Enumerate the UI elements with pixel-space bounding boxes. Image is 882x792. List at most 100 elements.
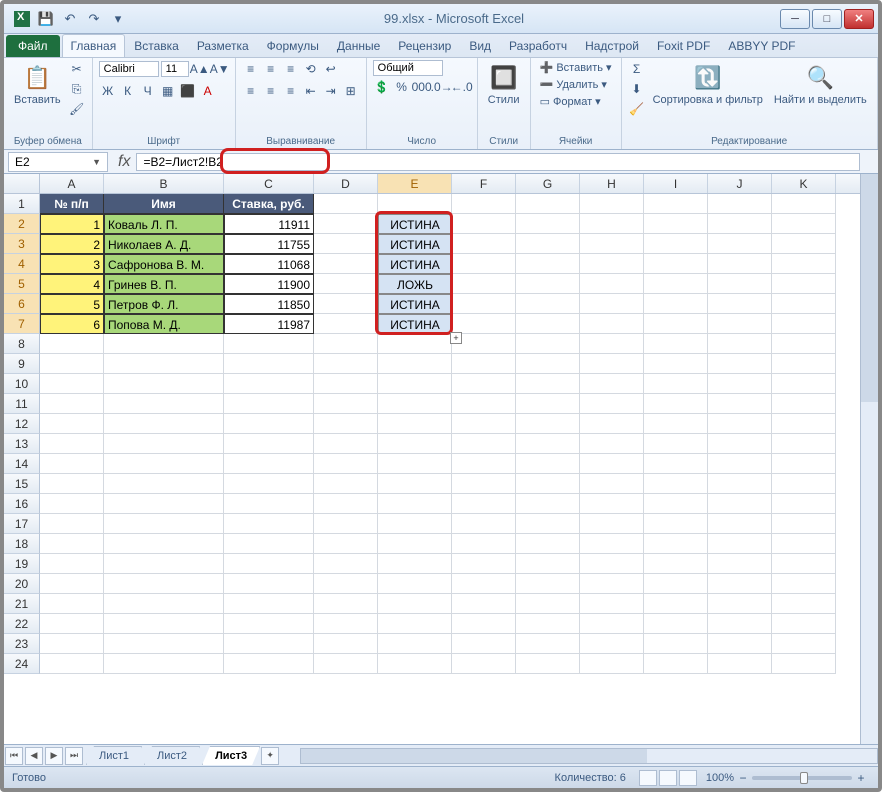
cell-K24[interactable] — [772, 654, 836, 674]
cell-F4[interactable] — [452, 254, 516, 274]
cell-A9[interactable] — [40, 354, 104, 374]
comma-button[interactable]: 000 — [413, 78, 431, 96]
cell-B14[interactable] — [104, 454, 224, 474]
cell-F2[interactable] — [452, 214, 516, 234]
cell-E1[interactable] — [378, 194, 452, 214]
cell-F15[interactable] — [452, 474, 516, 494]
cell-D15[interactable] — [314, 474, 378, 494]
cell-K10[interactable] — [772, 374, 836, 394]
col-header-H[interactable]: H — [580, 174, 644, 193]
cell-A4[interactable]: 3 — [40, 254, 104, 274]
file-tab[interactable]: Файл — [6, 35, 60, 57]
cell-E19[interactable] — [378, 554, 452, 574]
cell-I17[interactable] — [644, 514, 708, 534]
cell-G20[interactable] — [516, 574, 580, 594]
cell-E20[interactable] — [378, 574, 452, 594]
sheet-tab-1[interactable]: Лист1 — [86, 746, 142, 765]
cell-B7[interactable]: Попова М. Д. — [104, 314, 224, 334]
cell-G19[interactable] — [516, 554, 580, 574]
cell-E7[interactable]: ИСТИНА — [378, 314, 452, 334]
row-header-8[interactable]: 8 — [4, 334, 40, 354]
cell-A12[interactable] — [40, 414, 104, 434]
cell-B16[interactable] — [104, 494, 224, 514]
cell-E18[interactable] — [378, 534, 452, 554]
cell-A3[interactable]: 2 — [40, 234, 104, 254]
cell-F20[interactable] — [452, 574, 516, 594]
cell-B9[interactable] — [104, 354, 224, 374]
cell-F13[interactable] — [452, 434, 516, 454]
cell-F10[interactable] — [452, 374, 516, 394]
col-header-A[interactable]: A — [40, 174, 104, 193]
cell-E24[interactable] — [378, 654, 452, 674]
cell-D9[interactable] — [314, 354, 378, 374]
cell-B10[interactable] — [104, 374, 224, 394]
hscroll-thumb[interactable] — [301, 749, 646, 763]
cell-F6[interactable] — [452, 294, 516, 314]
zoom-in-button[interactable]: + — [852, 769, 870, 787]
cell-K19[interactable] — [772, 554, 836, 574]
name-box[interactable]: E2 ▼ — [8, 152, 108, 172]
cell-H6[interactable] — [580, 294, 644, 314]
tab-view[interactable]: Вид — [460, 34, 500, 57]
cell-H24[interactable] — [580, 654, 644, 674]
insert-cells-button[interactable]: ➕Вставить ▾ — [537, 60, 615, 75]
indent-inc-button[interactable]: ⇥ — [322, 82, 340, 100]
fx-button[interactable]: fx — [112, 153, 136, 171]
cell-C22[interactable] — [224, 614, 314, 634]
cell-J9[interactable] — [708, 354, 772, 374]
align-right-button[interactable]: ≡ — [282, 82, 300, 100]
tab-home[interactable]: Главная — [62, 34, 126, 57]
cell-A16[interactable] — [40, 494, 104, 514]
cell-H15[interactable] — [580, 474, 644, 494]
cell-G14[interactable] — [516, 454, 580, 474]
cell-K8[interactable] — [772, 334, 836, 354]
delete-cells-button[interactable]: ➖Удалить ▾ — [537, 77, 615, 92]
cell-A11[interactable] — [40, 394, 104, 414]
cell-D2[interactable] — [314, 214, 378, 234]
cell-G7[interactable] — [516, 314, 580, 334]
cell-D11[interactable] — [314, 394, 378, 414]
save-button[interactable]: 💾 — [36, 9, 56, 29]
cell-E16[interactable] — [378, 494, 452, 514]
cell-G4[interactable] — [516, 254, 580, 274]
cell-A18[interactable] — [40, 534, 104, 554]
cell-G17[interactable] — [516, 514, 580, 534]
vscroll-thumb[interactable] — [861, 174, 878, 402]
cell-A17[interactable] — [40, 514, 104, 534]
cell-F24[interactable] — [452, 654, 516, 674]
cell-J17[interactable] — [708, 514, 772, 534]
cell-F1[interactable] — [452, 194, 516, 214]
format-painter-button[interactable]: 🖌 — [68, 100, 86, 118]
cell-B1[interactable]: Имя — [104, 194, 224, 214]
maximize-button[interactable]: □ — [812, 9, 842, 29]
cell-G8[interactable] — [516, 334, 580, 354]
horizontal-scrollbar[interactable] — [300, 748, 878, 764]
cell-D12[interactable] — [314, 414, 378, 434]
cell-H19[interactable] — [580, 554, 644, 574]
cell-I22[interactable] — [644, 614, 708, 634]
row-header-12[interactable]: 12 — [4, 414, 40, 434]
cell-E23[interactable] — [378, 634, 452, 654]
cell-A1[interactable]: № п/п — [40, 194, 104, 214]
cell-F12[interactable] — [452, 414, 516, 434]
fill-color-button[interactable]: ⬛ — [179, 82, 197, 100]
cell-H8[interactable] — [580, 334, 644, 354]
cell-J10[interactable] — [708, 374, 772, 394]
cell-J1[interactable] — [708, 194, 772, 214]
row-header-22[interactable]: 22 — [4, 614, 40, 634]
row-header-7[interactable]: 7 — [4, 314, 40, 334]
redo-button[interactable]: ↷ — [84, 9, 104, 29]
cell-I1[interactable] — [644, 194, 708, 214]
cell-A2[interactable]: 1 — [40, 214, 104, 234]
cell-F17[interactable] — [452, 514, 516, 534]
cell-D16[interactable] — [314, 494, 378, 514]
format-cells-button[interactable]: ▭Формат ▾ — [537, 94, 615, 109]
cell-B19[interactable] — [104, 554, 224, 574]
cell-C20[interactable] — [224, 574, 314, 594]
cell-A5[interactable]: 4 — [40, 274, 104, 294]
cell-A15[interactable] — [40, 474, 104, 494]
bold-button[interactable]: Ж — [99, 82, 117, 100]
formula-input[interactable]: =B2=Лист2!B2 — [136, 153, 860, 171]
cell-C17[interactable] — [224, 514, 314, 534]
cell-I6[interactable] — [644, 294, 708, 314]
